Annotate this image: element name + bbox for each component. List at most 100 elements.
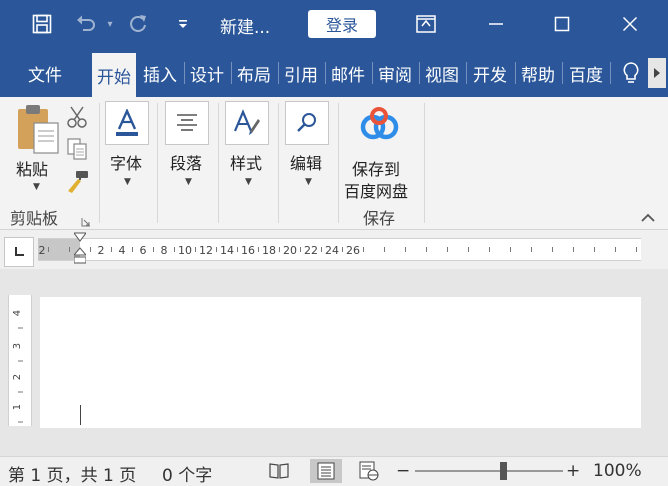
read-mode-icon[interactable] [266,459,292,483]
tab-home[interactable]: 开始 [92,53,136,97]
paragraph-dropdown-icon[interactable]: ▼ [185,177,192,187]
group-separator [218,103,219,223]
editing-button[interactable]: 编辑 [290,150,322,174]
print-layout-icon[interactable] [310,459,342,483]
ruler-label: 24 [325,244,339,257]
tab-view[interactable]: 视图 [422,57,462,89]
tab-design[interactable]: 设计 [187,57,227,89]
tab-separator [515,62,516,84]
tab-baidu[interactable]: 百度 [565,57,607,89]
paragraph-icon[interactable] [165,101,209,145]
styles-dropdown-icon[interactable]: ▼ [245,177,252,187]
baidu-netdisk-icon[interactable] [358,105,400,143]
font-icon[interactable] [105,101,149,145]
ruler-row: 2 2 4 6 8 10 12 14 16 18 20 22 24 26 [0,231,668,269]
ruler-label: 10 [178,244,192,257]
vertical-ruler-ticks: 4 3 2 1 [12,310,23,423]
tabs-scroll-right-icon[interactable] [648,58,666,88]
ruler-label: 14 [220,244,234,257]
redo-icon[interactable] [124,10,152,38]
title-bar: ▾ 新建... 登录 [0,0,668,48]
format-painter-icon[interactable] [66,169,90,193]
find-magnifier-icon[interactable] [285,101,329,145]
login-button[interactable]: 登录 [308,10,376,38]
tab-separator [372,62,373,84]
word-count[interactable]: 0 个字 [162,461,212,486]
zoom-level[interactable]: 100% [593,461,642,481]
paste-button[interactable]: 粘贴 [16,156,48,180]
undo-icon[interactable] [72,10,100,38]
paste-icon[interactable] [12,103,62,155]
horizontal-ruler-ticks: 2 2 4 6 8 10 12 14 16 18 20 22 24 26 [39,244,637,257]
text-cursor [80,405,81,425]
web-layout-icon[interactable] [356,459,382,483]
close-icon[interactable] [616,10,644,38]
styles-button[interactable]: 样式 [230,150,262,174]
ruler-label: 22 [304,244,318,257]
tab-file[interactable]: 文件 [16,57,74,89]
collapse-ribbon-icon[interactable] [640,209,656,222]
zoom-slider-track[interactable] [415,470,563,472]
ribbon-display-options-icon[interactable] [412,10,440,38]
styles-icon[interactable] [225,101,269,145]
group-separator [338,103,339,223]
tab-developer[interactable]: 开发 [469,57,511,89]
save-to-baidu-line2[interactable]: 百度网盘 [344,178,408,202]
maximize-icon[interactable] [548,10,576,38]
vertical-ruler-label: 2 [12,374,23,380]
tab-references[interactable]: 引用 [281,57,321,89]
tab-separator [325,62,326,84]
ruler-label: 8 [161,244,168,257]
group-separator [278,103,279,223]
tab-separator [231,62,232,84]
customize-qat-icon[interactable] [172,10,194,38]
vertical-ruler[interactable]: 4 3 2 1 [8,295,32,426]
status-bar: 第 1 页，共 1 页 0 个字 − + 100% [0,456,668,486]
clipboard-launcher-icon[interactable] [81,212,91,227]
group-separator [424,103,425,223]
zoom-slider-thumb[interactable] [500,462,508,480]
paste-dropdown-icon[interactable]: ▼ [33,182,40,192]
indent-markers[interactable] [72,231,88,269]
document-page[interactable] [40,297,641,428]
tab-separator [610,62,611,84]
tab-separator [278,62,279,84]
tab-layout[interactable]: 布局 [234,57,274,89]
tab-mailings[interactable]: 邮件 [328,57,368,89]
ruler-label: 4 [119,244,126,257]
tab-help[interactable]: 帮助 [518,57,558,89]
ribbon-home: 粘贴 ▼ 剪贴板 字体 ▼ 段落 ▼ 样式 ▼ 编辑 ▼ 保存到 百度网盘 保存 [0,97,668,230]
paragraph-button[interactable]: 段落 [170,150,202,174]
tab-review[interactable]: 审阅 [375,57,415,89]
zoom-out-button[interactable]: − [396,461,410,481]
tab-stop-selector[interactable] [4,237,34,267]
editing-dropdown-icon[interactable]: ▼ [305,177,312,187]
ruler-label: 2 [98,244,105,257]
document-area: 4 3 2 1 [0,269,668,456]
ruler-label: 16 [241,244,255,257]
tab-separator [184,62,185,84]
save-group-label: 保存 [363,209,396,228]
clipboard-group-label: 剪贴板 [10,209,59,228]
save-to-baidu-line1[interactable]: 保存到 [352,156,400,180]
cut-icon[interactable] [66,105,88,129]
ruler-label: 12 [199,244,213,257]
ruler-label: 2 [39,244,46,257]
zoom-in-button[interactable]: + [566,461,580,481]
minimize-icon[interactable] [482,10,510,38]
tab-separator [466,62,467,84]
horizontal-ruler[interactable]: 2 2 4 6 8 10 12 14 16 18 20 22 24 26 [38,238,641,261]
font-button[interactable]: 字体 [110,150,142,174]
save-icon[interactable] [28,10,56,38]
font-dropdown-icon[interactable]: ▼ [124,177,131,187]
page-count[interactable]: 第 1 页，共 1 页 [8,461,136,486]
undo-dropdown-icon[interactable]: ▾ [102,10,118,38]
ruler-label: 18 [262,244,276,257]
copy-icon[interactable] [66,137,88,161]
vertical-ruler-label: 3 [12,343,23,349]
tab-separator [562,62,563,84]
ruler-label: 20 [283,244,297,257]
tab-separator [419,62,420,84]
tell-me-lightbulb-icon[interactable] [616,57,646,89]
tab-insert[interactable]: 插入 [140,57,180,89]
